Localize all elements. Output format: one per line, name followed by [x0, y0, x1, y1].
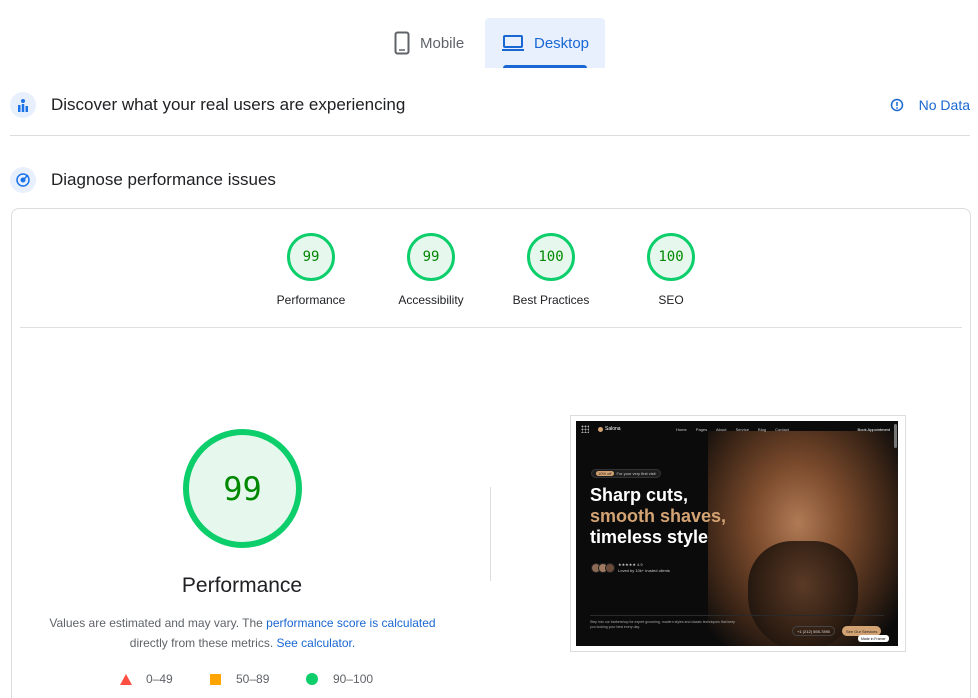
gauge-score: 99 [407, 233, 455, 281]
gauge-best-practices[interactable]: 100 Best Practices [491, 233, 611, 307]
mobile-phone-icon [394, 31, 410, 55]
triangle-icon [120, 673, 132, 685]
circle-icon [306, 673, 318, 685]
hero-headline: Sharp cuts, smooth shaves, timeless styl… [590, 485, 727, 547]
gauge-seo[interactable]: 100 SEO [611, 233, 731, 307]
gauge-label: Best Practices [512, 293, 590, 307]
score-note: Values are estimated and may vary. The p… [40, 613, 445, 653]
gauge-label: SEO [658, 293, 684, 307]
note-text: Values are estimated and may vary. The [49, 616, 267, 630]
tab-mobile-label: Mobile [420, 34, 465, 52]
performance-score-link[interactable]: performance score is calculated [266, 616, 435, 630]
info-icon [890, 98, 903, 112]
vertical-divider [490, 487, 491, 581]
tab-desktop-label: Desktop [534, 34, 590, 52]
legend-range: 0–49 [146, 672, 173, 686]
tab-desktop[interactable]: Desktop [485, 18, 605, 68]
legend-range: 90–100 [333, 672, 374, 686]
active-tab-indicator [503, 65, 587, 68]
site-logo: Salona [598, 426, 621, 432]
legend-average: 50–89 [210, 672, 269, 686]
gauge-accessibility[interactable]: 99 Accessibility [371, 233, 491, 307]
gauge-label: Accessibility [398, 293, 464, 307]
no-data-label: No Data [918, 97, 970, 113]
gauge-score: 100 [647, 233, 695, 281]
lab-data-title: Diagnose performance issues [51, 170, 276, 189]
screenshot-image: Salona Home Pages About Service Blog Con… [576, 421, 898, 646]
legend-range: 50–89 [236, 672, 270, 686]
gauge-label: Performance [276, 293, 346, 307]
site-nav: Home Pages About Service Blog Contact [676, 427, 789, 432]
field-data-title: Discover what your real users are experi… [51, 95, 406, 114]
score-legend: 0–49 50–89 90–100 [0, 672, 500, 688]
legend-fail: 0–49 [120, 672, 173, 686]
gauge-performance[interactable]: 99 Performance [251, 233, 371, 307]
final-screenshot: Salona Home Pages About Service Blog Con… [570, 415, 906, 652]
scrollbar [894, 424, 897, 448]
rating: ★★★★★ 4.9 Loved by 10k+ trusted clients [591, 562, 670, 574]
laptop-icon [502, 35, 524, 51]
gauge-score: 99 [287, 233, 335, 281]
section-divider [10, 135, 970, 136]
footer-divider [590, 615, 884, 616]
grid-menu-icon [581, 425, 589, 433]
legend-pass: 90–100 [306, 672, 373, 686]
promo-badge: 10% off For your very first visit [591, 469, 661, 478]
diagnose-icon [10, 167, 36, 193]
device-tabs: Mobile Desktop [0, 18, 978, 68]
see-calculator-link[interactable]: See calculator. [276, 636, 355, 650]
gauges-divider [20, 327, 962, 328]
category-gauges: 99 Performance 99 Accessibility 100 Best… [0, 233, 978, 313]
gauge-score: 100 [527, 233, 575, 281]
footer-text: Step into our barbershop for expert groo… [590, 620, 736, 629]
field-data-header: Discover what your real users are experi… [10, 88, 970, 122]
note-text: directly from these metrics. [129, 636, 277, 650]
tab-mobile[interactable]: Mobile [384, 18, 484, 68]
made-in-badge: Made in Framer [858, 635, 889, 642]
performance-score-gauge: 99 [183, 429, 302, 548]
field-data-icon [10, 92, 36, 118]
site-appointment: Book Appointment [857, 427, 890, 432]
square-icon [210, 673, 221, 685]
no-data-status[interactable]: No Data [890, 97, 970, 113]
performance-title: Performance [181, 574, 303, 597]
lab-data-header: Diagnose performance issues [10, 163, 970, 197]
phone-button: +1 (212) 555-7890 [792, 626, 836, 636]
